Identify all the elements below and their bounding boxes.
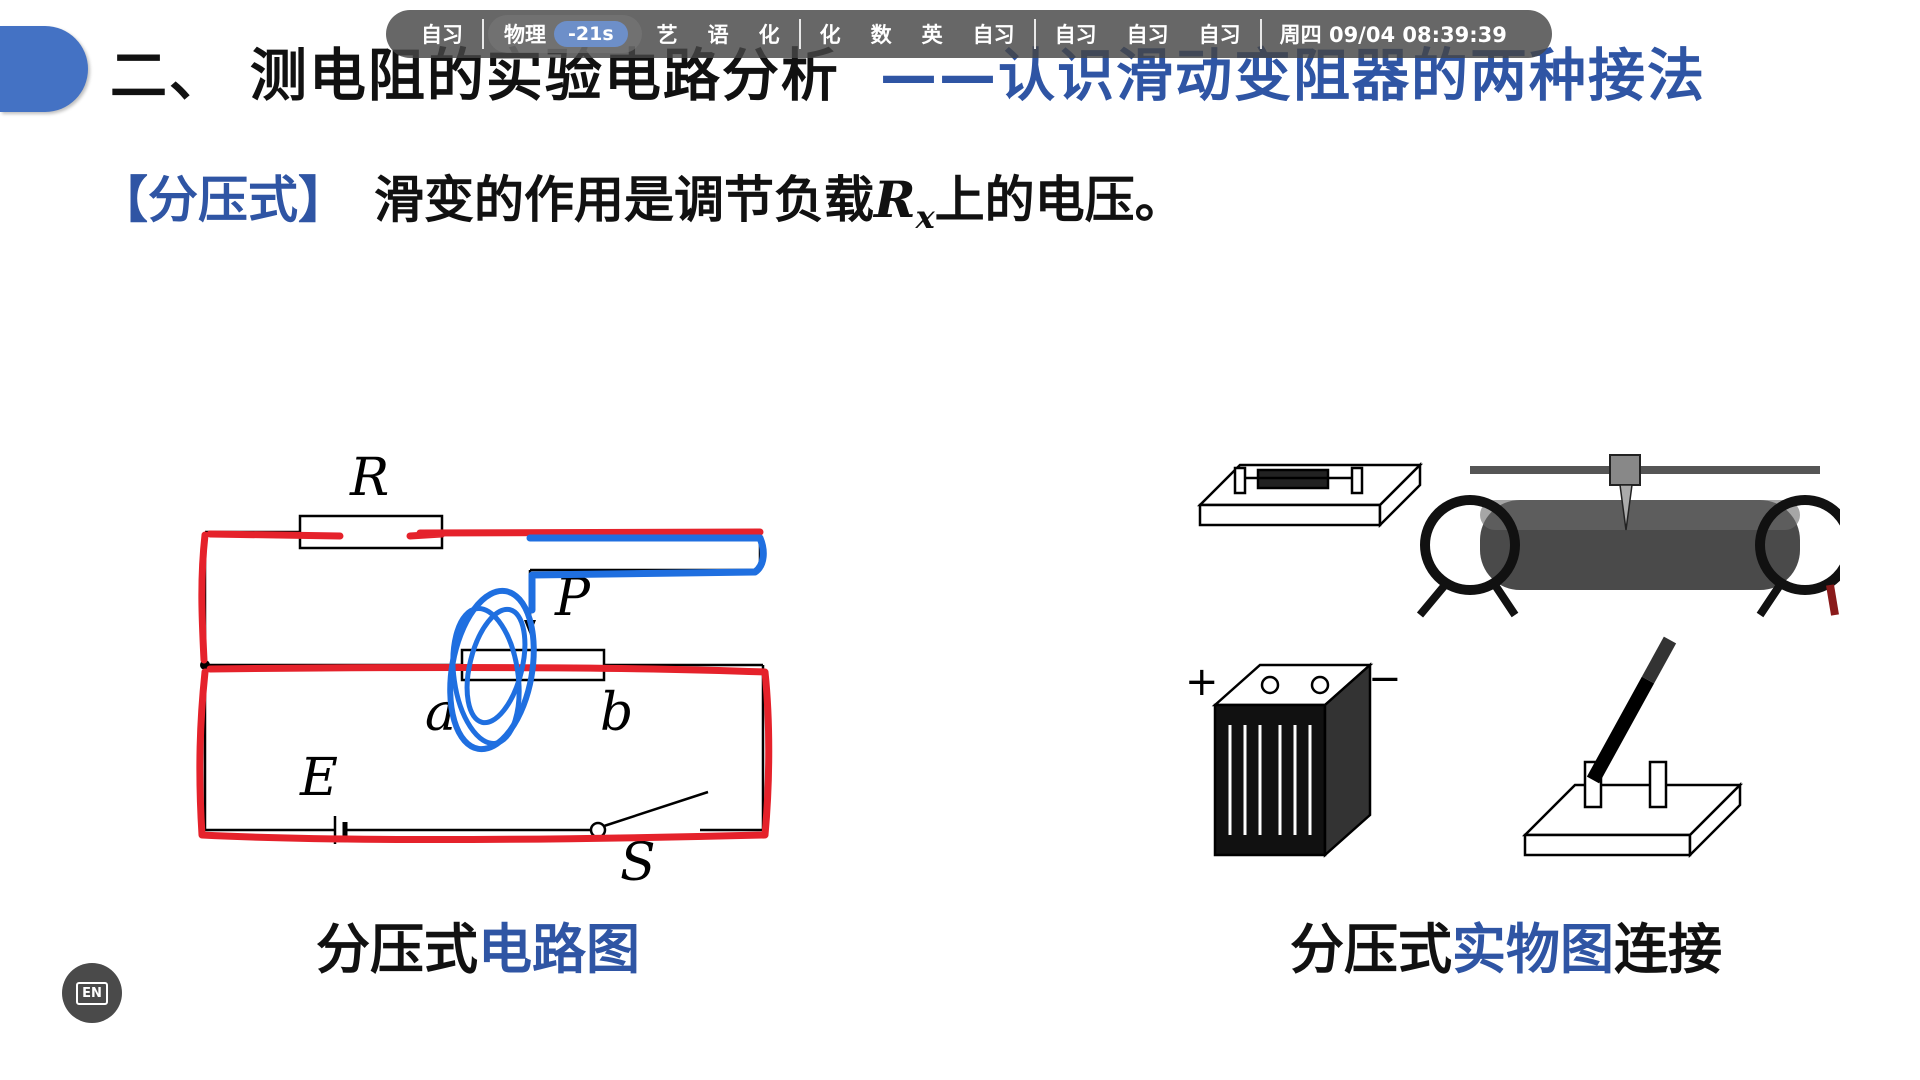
- section-tab-marker: [0, 26, 88, 112]
- math-sub: x: [915, 198, 935, 236]
- language-label: EN: [76, 981, 108, 1005]
- class-schedule-bar[interactable]: 自习 物理 -21s 艺 语 化 化 数 英 自习 自习 自习 自习 周四 09…: [386, 10, 1552, 58]
- label-b: b: [600, 683, 633, 743]
- voltage-divider-circuit-diagram: R P a b E S: [196, 448, 773, 890]
- schedule-item[interactable]: 化: [744, 19, 795, 49]
- physical-diagram-caption: 分压式实物图连接: [1290, 905, 1722, 984]
- caption-text: 分压式: [1290, 918, 1452, 981]
- annotation-red-stroke: [196, 664, 773, 844]
- description-text: 滑变的作用是调节负载Rx上的电压。: [374, 170, 1185, 236]
- schedule-item[interactable]: 数: [856, 19, 907, 49]
- caption-text: 连接: [1614, 918, 1722, 981]
- countdown-timer: -21s: [554, 21, 628, 47]
- circuit-diagram-caption: 分压式电路图: [316, 905, 640, 984]
- battery-icon: + −: [1185, 656, 1402, 858]
- resistor-on-base-icon: [1196, 461, 1424, 529]
- schedule-divider: [1033, 19, 1036, 49]
- switch-lever: [603, 790, 709, 828]
- annotation-red-stroke: [198, 528, 764, 664]
- schedule-item[interactable]: 自习: [1112, 19, 1184, 49]
- date-time-clock: 周四 09/04 08:39:39: [1279, 23, 1507, 47]
- math-var: R: [874, 170, 916, 229]
- schedule-divider: [482, 19, 484, 49]
- divider-connection-description: 【分压式】 滑变的作用是调节负载Rx上的电压。: [98, 160, 1185, 236]
- schedule-item[interactable]: 艺: [642, 19, 693, 49]
- schedule-item[interactable]: 自习: [406, 19, 478, 49]
- schedule-item[interactable]: 自习: [958, 19, 1030, 49]
- description-before: 滑变的作用是调节负载: [374, 171, 874, 229]
- schedule-item[interactable]: 自习: [1040, 19, 1112, 49]
- label-e: E: [299, 748, 338, 808]
- physical-components-illustration: + −: [1185, 454, 1840, 859]
- schedule-divider: [798, 19, 801, 49]
- label-s: S: [620, 833, 656, 890]
- schedule-divider: [1259, 19, 1262, 49]
- schedule-item[interactable]: 英: [907, 19, 958, 49]
- description-after: 上的电压。: [934, 171, 1185, 229]
- language-switch-button[interactable]: EN: [62, 963, 122, 1023]
- connection-type-tag: 【分压式】: [98, 171, 348, 229]
- caption-highlight: 实物图: [1452, 918, 1614, 981]
- caption-text: 分压式: [316, 918, 478, 981]
- svg-text:+: +: [1185, 659, 1219, 705]
- label-r: R: [349, 448, 389, 508]
- schedule-item[interactable]: 自习: [1184, 19, 1256, 49]
- svg-text:−: −: [1368, 656, 1402, 702]
- load-resistor-symbol: Rx: [874, 170, 935, 236]
- schedule-item[interactable]: 化: [805, 19, 856, 49]
- knife-switch-icon: [1521, 636, 1744, 859]
- schedule-item[interactable]: 语: [693, 19, 744, 49]
- schedule-current-subject[interactable]: 物理 -21s: [488, 15, 642, 53]
- current-subject-label: 物理: [504, 23, 546, 47]
- sliding-rheostat-icon: [1416, 454, 1840, 618]
- caption-highlight: 电路图: [478, 918, 640, 981]
